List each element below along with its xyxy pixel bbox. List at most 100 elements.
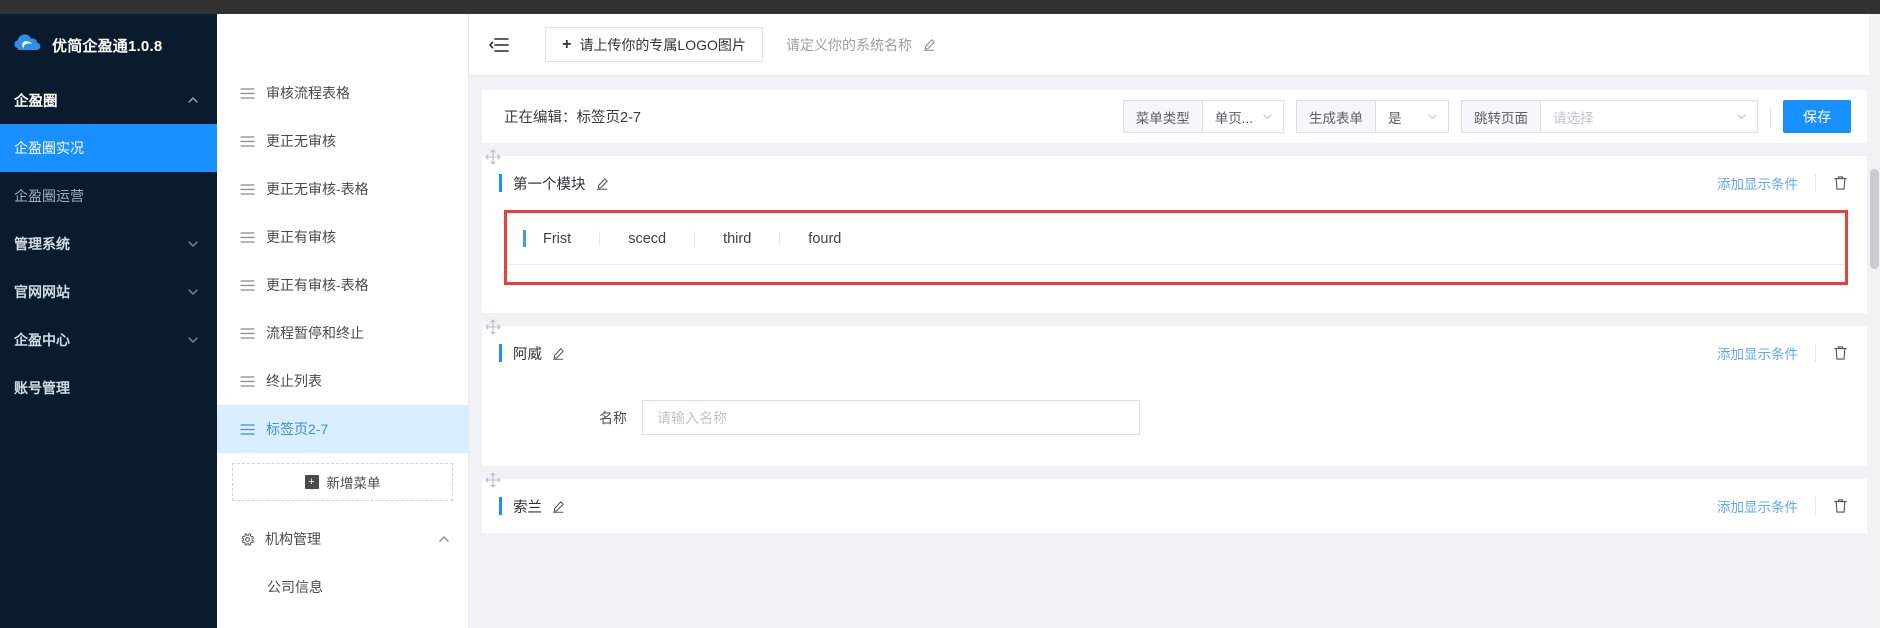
save-button[interactable]: 保存 bbox=[1783, 100, 1851, 133]
jump-page-placeholder: 请选择 bbox=[1553, 110, 1594, 126]
menu-type-select[interactable]: 单页... bbox=[1201, 100, 1284, 133]
sidebar-item-qiyingquan[interactable]: 企盈圈 bbox=[0, 76, 217, 124]
tab-accent-bar bbox=[523, 230, 526, 247]
plus-icon: + bbox=[562, 35, 572, 53]
tree-item-label: 更正有审核 bbox=[266, 229, 336, 245]
menu-lines-icon bbox=[240, 326, 255, 341]
tree-item-zhongzhi-liebiao[interactable]: 终止列表 bbox=[217, 357, 468, 405]
menu-type-value: 单页... bbox=[1214, 110, 1253, 126]
trash-icon[interactable] bbox=[1833, 175, 1848, 191]
tree-item-gengzheng-youshenhe-biaoge[interactable]: 更正有审核-表格 bbox=[217, 261, 468, 309]
jump-page-select[interactable]: 请选择 bbox=[1540, 100, 1758, 133]
menu-type-label: 菜单类型 bbox=[1122, 100, 1202, 133]
menu-lines-icon bbox=[240, 230, 255, 245]
sidebar-item-qiyingquan-yunying[interactable]: 企盈圈运营 bbox=[0, 172, 217, 220]
sidebar-item-label: 管理系统 bbox=[14, 236, 70, 252]
add-display-condition-link[interactable]: 添加显示条件 bbox=[1717, 343, 1798, 363]
tree-item-label: 更正无审核-表格 bbox=[266, 181, 369, 197]
chevron-down-icon bbox=[187, 286, 199, 298]
tab-divider bbox=[694, 231, 696, 246]
drag-move-icon[interactable] bbox=[485, 149, 501, 165]
drag-move-icon[interactable] bbox=[485, 319, 501, 335]
jump-page-group: 跳转页面 请选择 bbox=[1461, 100, 1758, 133]
sidebar-item-zhanghaoguanli[interactable]: 账号管理 bbox=[0, 364, 217, 412]
tree-item-gengzheng-wushenhe-biaoge[interactable]: 更正无审核-表格 bbox=[217, 165, 468, 213]
brand: 优简企盈通1.0.8 bbox=[0, 14, 217, 76]
add-display-condition-link[interactable]: 添加显示条件 bbox=[1717, 496, 1798, 516]
chevron-down-icon bbox=[187, 238, 199, 250]
tree-group-label: 机构管理 bbox=[265, 531, 321, 547]
toolbar-divider bbox=[1770, 105, 1771, 128]
menu-type-group: 菜单类型 单页... bbox=[1122, 100, 1284, 133]
add-menu-button[interactable]: + 新增菜单 bbox=[232, 463, 453, 501]
module-bottom-spacer bbox=[482, 285, 1867, 313]
tree-item-shenhe-liucheng-biaoge[interactable]: 审核流程表格 bbox=[217, 69, 468, 117]
tree-item-label: 更正无审核 bbox=[266, 133, 336, 149]
system-name-field[interactable]: 请定义你的系统名称 bbox=[786, 35, 936, 55]
menu-fold-icon[interactable] bbox=[488, 34, 510, 56]
add-display-condition-link[interactable]: 添加显示条件 bbox=[1717, 173, 1798, 193]
tree-item-gongsixinxi[interactable]: 公司信息 bbox=[217, 563, 468, 611]
tab-frist[interactable]: Frist bbox=[540, 231, 574, 247]
field-label-name: 名称 bbox=[599, 409, 627, 426]
menu-lines-icon bbox=[240, 422, 255, 437]
pencil-icon[interactable] bbox=[552, 500, 565, 513]
tree-item-label: 审核流程表格 bbox=[266, 85, 350, 101]
cloud-logo-icon bbox=[12, 28, 46, 62]
trash-icon[interactable] bbox=[1833, 498, 1848, 514]
tree-item-label: 标签页2-7 bbox=[266, 421, 329, 437]
tab-third[interactable]: third bbox=[720, 231, 754, 247]
tree-item-gengzheng-wushenhe[interactable]: 更正无审核 bbox=[217, 117, 468, 165]
brand-title: 优简企盈通1.0.8 bbox=[52, 37, 163, 55]
module-header: 阿威 添加显示条件 bbox=[482, 326, 1867, 380]
chevron-up-icon bbox=[187, 94, 199, 106]
module-title: 索兰 bbox=[513, 499, 542, 516]
name-input[interactable]: 请输入名称 bbox=[642, 400, 1140, 435]
sidebar-item-guanlixitong[interactable]: 管理系统 bbox=[0, 220, 217, 268]
tree-item-label: 流程暂停和终止 bbox=[266, 325, 364, 341]
module-card-awei: 阿威 添加显示条件 名称 请输入名称 bbox=[482, 319, 1867, 466]
sidebar-item-label: 企盈圈运营 bbox=[14, 188, 84, 204]
generate-form-select[interactable]: 是 bbox=[1375, 100, 1449, 133]
sidebar-item-qiyingquan-shikuang[interactable]: 企盈圈实况 bbox=[0, 124, 217, 172]
sidebar-item-qiyingzhongxin[interactable]: 企盈中心 bbox=[0, 316, 217, 364]
sidebar-item-guanwangwangzhan[interactable]: 官网网站 bbox=[0, 268, 217, 316]
tree-item-gengzheng-youshenhe[interactable]: 更正有审核 bbox=[217, 213, 468, 261]
top-header: + 请上传你的专属LOGO图片 请定义你的系统名称 bbox=[469, 14, 1880, 76]
app-root: 优简企盈通1.0.8 企盈圈 企盈圈实况 企盈圈运营 管理系统 官网网站 企盈中… bbox=[0, 0, 1880, 628]
logo-upload-label: 请上传你的专属LOGO图片 bbox=[579, 36, 746, 53]
trash-icon[interactable] bbox=[1833, 345, 1848, 361]
module-title: 阿威 bbox=[513, 346, 542, 363]
module-accent-bar bbox=[499, 344, 502, 362]
page-scrollbar-thumb[interactable] bbox=[1870, 169, 1879, 269]
tree-group-jigouguanli[interactable]: 机构管理 bbox=[217, 515, 468, 563]
tree-item-label: 更正有审核-表格 bbox=[266, 277, 369, 293]
generate-form-value: 是 bbox=[1388, 110, 1402, 126]
add-menu-label: 新增菜单 bbox=[326, 476, 381, 491]
chevron-down-icon bbox=[187, 334, 199, 346]
tab-scecd[interactable]: scecd bbox=[625, 231, 669, 247]
module-accent-bar bbox=[499, 497, 502, 515]
sidebar-item-label: 企盈圈 bbox=[14, 93, 58, 110]
module-header: 索兰 添加显示条件 bbox=[482, 479, 1867, 533]
tab-bar: Frist scecd third fourd bbox=[507, 213, 1845, 265]
tree-item-label: 终止列表 bbox=[266, 373, 322, 389]
page-scrollbar[interactable] bbox=[1869, 14, 1880, 628]
menu-lines-icon bbox=[240, 86, 255, 101]
module-accent-bar bbox=[499, 174, 502, 192]
pencil-icon[interactable] bbox=[552, 347, 565, 360]
pencil-icon[interactable] bbox=[923, 38, 936, 51]
generate-form-label: 生成表单 bbox=[1296, 100, 1375, 133]
tab-fourd[interactable]: fourd bbox=[805, 231, 844, 247]
module-card-first: 第一个模块 添加显示条件 Frist scecd third fourd bbox=[482, 149, 1867, 313]
system-name-placeholder: 请定义你的系统名称 bbox=[786, 36, 912, 53]
menu-lines-icon bbox=[240, 182, 255, 197]
tree-item-liucheng-zanting-zhongzhi[interactable]: 流程暂停和终止 bbox=[217, 309, 468, 357]
tree-item-biaoqianye-2-7[interactable]: 标签页2-7 bbox=[217, 405, 468, 453]
pencil-icon[interactable] bbox=[596, 177, 609, 190]
logo-upload-button[interactable]: + 请上传你的专属LOGO图片 bbox=[545, 27, 763, 62]
tab-divider bbox=[599, 231, 601, 246]
drag-move-icon[interactable] bbox=[485, 472, 501, 488]
module-header: 第一个模块 添加显示条件 bbox=[482, 156, 1867, 210]
module-card-sulan: 索兰 添加显示条件 bbox=[482, 472, 1867, 533]
